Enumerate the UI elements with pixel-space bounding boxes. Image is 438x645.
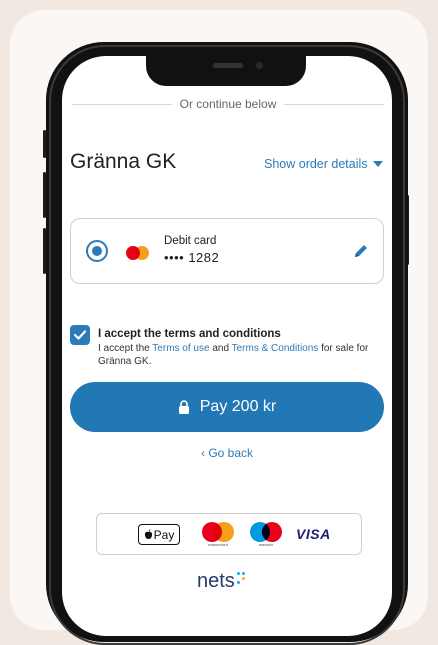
speaker-grille bbox=[213, 63, 243, 68]
section-divider: Or continue below bbox=[72, 96, 385, 112]
apple-icon bbox=[144, 529, 152, 539]
checkmark-icon bbox=[73, 330, 87, 340]
terms-checkbox[interactable] bbox=[70, 325, 90, 345]
apple-pay-logo: Pay bbox=[138, 524, 180, 545]
terms-text-part-2: and bbox=[209, 343, 232, 354]
phone-notch bbox=[146, 54, 306, 86]
lock-icon bbox=[178, 400, 189, 414]
mastercard-icon bbox=[126, 246, 150, 260]
pay-button[interactable]: Pay 200 kr bbox=[70, 382, 384, 432]
divider-text: Or continue below bbox=[179, 97, 277, 111]
maestro-label: maestro bbox=[258, 542, 274, 547]
radio-selected-dot bbox=[92, 246, 102, 256]
divider-line-right bbox=[284, 103, 385, 105]
nets-logo: nets bbox=[197, 570, 247, 593]
chevron-down-icon bbox=[372, 161, 383, 167]
nets-dots-icon bbox=[236, 572, 247, 584]
card-type-label: Debit card bbox=[164, 235, 217, 247]
terms-text-part-1: I accept the bbox=[98, 343, 153, 354]
terms-conditions-link[interactable]: Terms & Conditions bbox=[232, 343, 319, 354]
show-order-details-label: Show order details bbox=[264, 157, 368, 171]
apple-pay-text: Pay bbox=[153, 527, 175, 542]
pay-button-label: Pay 200 kr bbox=[199, 398, 277, 415]
saved-card-option[interactable] bbox=[70, 218, 384, 284]
show-order-details-link[interactable]: Show order details bbox=[264, 157, 383, 171]
nets-wordmark: nets bbox=[197, 570, 235, 592]
front-camera bbox=[256, 62, 263, 69]
pencil-icon[interactable] bbox=[351, 241, 371, 261]
terms-text: I accept the Terms of use and Terms & Co… bbox=[98, 342, 384, 368]
visa-logo: VISA bbox=[296, 526, 331, 542]
mastercard-logo: mastercard bbox=[202, 522, 234, 548]
merchant-name: Gränna GK bbox=[70, 150, 177, 173]
divider-line-left bbox=[72, 103, 172, 105]
card-radio-button[interactable] bbox=[86, 240, 108, 262]
mastercard-label: mastercard bbox=[207, 542, 228, 547]
maestro-logo: maestro bbox=[250, 522, 282, 548]
go-back-link[interactable]: ‹ Go back bbox=[70, 446, 384, 460]
terms-of-use-link[interactable]: Terms of use bbox=[152, 343, 209, 354]
terms-title: I accept the terms and conditions bbox=[98, 328, 281, 340]
card-number: •••• 1282 bbox=[164, 250, 220, 265]
